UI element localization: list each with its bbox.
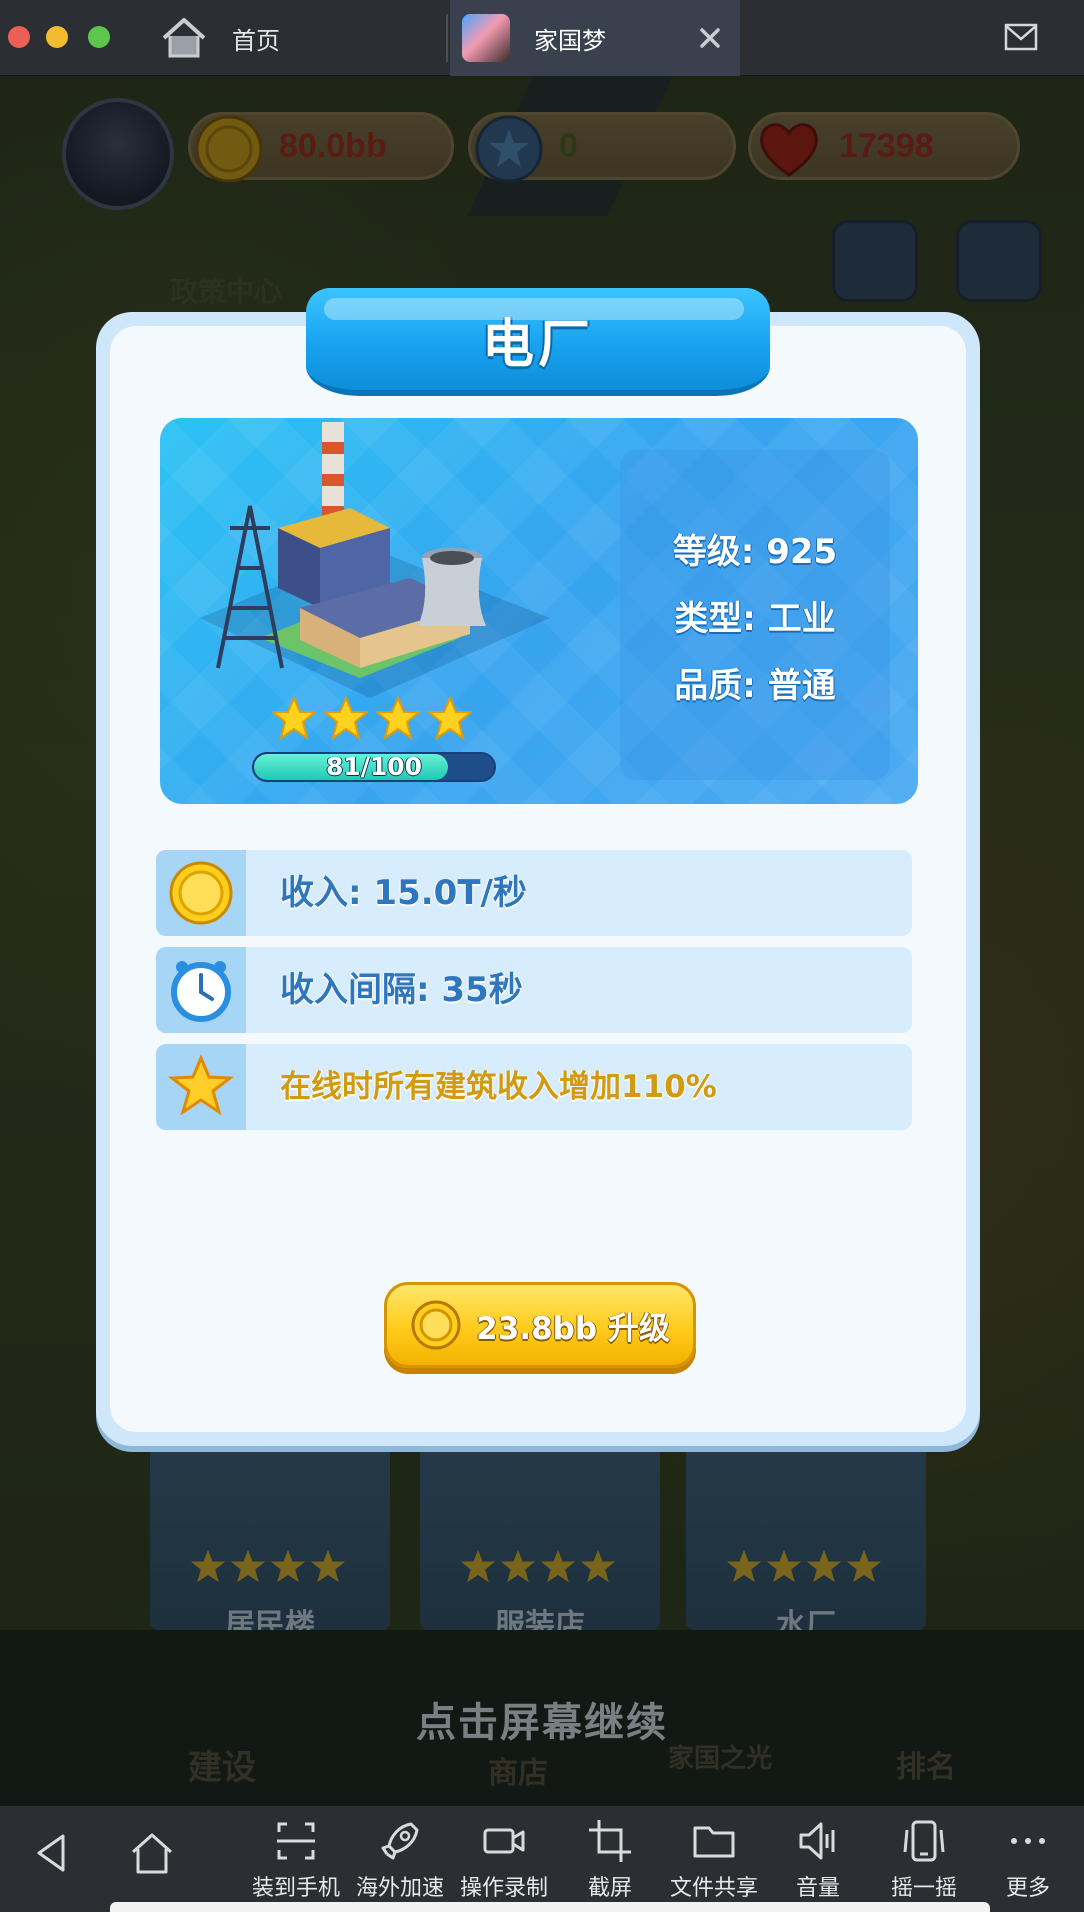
toolbar-more[interactable]: 更多 bbox=[976, 1814, 1080, 1910]
toolbar-label: 装到手机 bbox=[251, 1876, 340, 1901]
building-type: 类型: 工业 bbox=[674, 598, 836, 639]
upgrade-button[interactable]: 23.8bb 升级 bbox=[384, 1282, 696, 1368]
home-icon bbox=[131, 1833, 173, 1874]
building-level: 等级: 925 bbox=[672, 531, 838, 572]
window-tab-bar: 首页 家国梦 bbox=[0, 0, 1084, 76]
progress-text: 81/100 bbox=[325, 752, 423, 781]
window-minimize-dot[interactable] bbox=[46, 26, 68, 48]
volume-icon bbox=[799, 1822, 835, 1860]
clock-icon bbox=[171, 961, 231, 1022]
toolbar-file-share[interactable]: 文件共享 bbox=[662, 1814, 766, 1910]
tab-game[interactable]: 家国梦 bbox=[450, 0, 740, 76]
tab-divider bbox=[446, 14, 448, 62]
emulator-toolbar: 装到手机 海外加速 操作录制 截屏 文件共享 音量 摇一摇 更多 bbox=[0, 1806, 1084, 1912]
video-record-icon bbox=[483, 1828, 525, 1854]
window-close-dot[interactable] bbox=[8, 26, 30, 48]
income-text: 收入: 15.0T/秒 bbox=[280, 873, 527, 913]
back-icon bbox=[37, 1834, 65, 1872]
toolbar-volume[interactable]: 音量 bbox=[766, 1814, 870, 1910]
app-icon bbox=[462, 14, 510, 62]
star-icon bbox=[168, 1054, 234, 1116]
toolbar-label: 操作录制 bbox=[459, 1876, 548, 1901]
coin-icon bbox=[411, 1300, 461, 1350]
home-button[interactable] bbox=[100, 1826, 204, 1912]
toolbar-label: 截屏 bbox=[587, 1876, 632, 1901]
toolbar-label: 文件共享 bbox=[669, 1876, 758, 1901]
star-icon bbox=[426, 695, 474, 741]
interval-row: 收入间隔: 35秒 bbox=[156, 947, 912, 1033]
tab-home-label: 首页 bbox=[232, 26, 280, 55]
close-icon[interactable] bbox=[694, 22, 726, 54]
crop-icon bbox=[589, 1820, 631, 1862]
coin-icon bbox=[169, 861, 233, 925]
folder-icon bbox=[693, 1826, 735, 1858]
toolbar-shake[interactable]: 摇一摇 bbox=[872, 1814, 976, 1910]
bonus-icon-box bbox=[156, 1044, 246, 1130]
upgrade-cost-label: 23.8bb 升级 bbox=[476, 1310, 670, 1347]
star-icon bbox=[270, 695, 318, 741]
tab-home[interactable]: 首页 bbox=[160, 0, 446, 76]
install-to-phone-icon bbox=[277, 1822, 315, 1860]
toolbar-overseas-boost[interactable]: 海外加速 bbox=[348, 1814, 452, 1910]
tab-game-label: 家国梦 bbox=[534, 26, 606, 55]
interval-text: 收入间隔: 35秒 bbox=[280, 970, 523, 1010]
banner-shine bbox=[324, 298, 744, 320]
building-quality: 品质: 普通 bbox=[674, 665, 836, 706]
toolbar-label: 海外加速 bbox=[355, 1876, 444, 1901]
toolbar-label: 更多 bbox=[1005, 1876, 1050, 1901]
rocket-icon bbox=[381, 1822, 419, 1860]
window-zoom-dot[interactable] bbox=[88, 26, 110, 48]
bonus-text: 在线时所有建筑收入增加110% bbox=[280, 1069, 717, 1105]
home-icon bbox=[162, 18, 206, 58]
shake-icon bbox=[903, 1820, 945, 1862]
income-row: 收入: 15.0T/秒 bbox=[156, 850, 912, 936]
more-icon bbox=[1011, 1838, 1045, 1844]
building-stats-panel: 等级: 925 类型: 工业 品质: 普通 bbox=[620, 450, 890, 780]
toolbar-label: 音量 bbox=[795, 1876, 840, 1901]
back-button[interactable] bbox=[0, 1826, 104, 1912]
toolbar-install-to-phone[interactable]: 装到手机 bbox=[244, 1814, 348, 1910]
star-icon bbox=[374, 695, 422, 741]
star-progress-bar: 81/100 bbox=[252, 752, 496, 782]
toolbar-label: 摇一摇 bbox=[890, 1876, 957, 1901]
continue-hint[interactable]: 点击屏幕继续 bbox=[0, 1690, 1084, 1748]
toolbar-record[interactable]: 操作录制 bbox=[452, 1814, 556, 1910]
dialog-title-banner: 电厂 bbox=[306, 288, 770, 396]
income-icon-box bbox=[156, 850, 246, 936]
toolbar-screenshot[interactable]: 截屏 bbox=[558, 1814, 662, 1910]
bonus-row: 在线时所有建筑收入增加110% bbox=[156, 1044, 912, 1130]
interval-icon-box bbox=[156, 947, 246, 1033]
bottom-sheet-handle bbox=[110, 1902, 990, 1912]
mail-icon[interactable] bbox=[1004, 22, 1038, 52]
star-icon bbox=[322, 695, 370, 741]
building-stars bbox=[270, 695, 474, 741]
